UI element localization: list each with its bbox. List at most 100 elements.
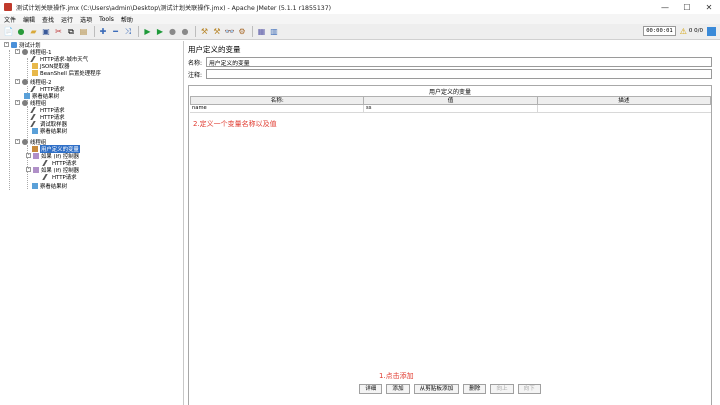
collapse-toggle[interactable]: -: [15, 49, 20, 54]
collapse-toggle[interactable]: -: [15, 79, 20, 84]
window-title: 测试计划关联操作.jmx (C:\Users\admin\Desktop\测试计…: [16, 4, 332, 12]
toolbar-separator: [195, 26, 196, 37]
title-bar: 测试计划关联操作.jmx (C:\Users\admin\Desktop\测试计…: [0, 0, 720, 14]
menu-run[interactable]: 运行: [61, 15, 73, 24]
menu-file[interactable]: 文件: [4, 15, 16, 24]
detail-button[interactable]: 详细: [359, 384, 383, 394]
name-label: 名称:: [188, 59, 203, 67]
toggle-icon[interactable]: ⤨: [123, 26, 134, 37]
move-up-button[interactable]: 向上: [490, 384, 514, 394]
thread-count: 0 0/0: [688, 28, 703, 34]
thread-group-icon: [22, 48, 28, 55]
name-row: 名称:: [188, 57, 712, 67]
variables-table-box: 用户定义的变量 名称: 值 描述 name ss 2.定义一个变量名称以及值 1…: [188, 85, 712, 405]
tree-node-view-results-tree[interactable]: 察看结果树: [32, 182, 67, 190]
start-icon[interactable]: ▶: [142, 26, 153, 37]
collapse-toggle[interactable]: -: [26, 167, 31, 172]
cell-description[interactable]: [538, 105, 711, 112]
tree-node-http-request[interactable]: HTTP请求: [42, 173, 77, 181]
add-from-clipboard-button[interactable]: 从剪贴板添加: [413, 384, 460, 394]
annotation-step-2: 2.定义一个变量名称以及值: [193, 120, 277, 128]
thread-group-icon: [22, 99, 28, 106]
debug-sampler-icon: [30, 120, 40, 127]
http-sampler-icon: [42, 173, 52, 180]
extractor-icon: [32, 62, 38, 69]
menu-search[interactable]: 查找: [42, 15, 54, 24]
log-viewer-icon[interactable]: [707, 26, 716, 36]
thread-group-icon: [22, 138, 28, 145]
copy-icon[interactable]: ⧉: [66, 26, 77, 37]
menu-tools[interactable]: Tools: [99, 16, 114, 23]
warning-icon[interactable]: ⚠: [680, 27, 687, 36]
function-helper-icon[interactable]: ▦: [256, 26, 267, 37]
element-panel: 用户定义的变量 名称: 注释: 用户定义的变量 名称: 值 描述 name ss…: [185, 41, 720, 405]
stop-icon[interactable]: ●: [167, 26, 178, 37]
comment-label: 注释:: [188, 71, 203, 79]
toolbar-separator: [252, 26, 253, 37]
cell-value[interactable]: ss: [364, 105, 538, 112]
postprocessor-icon: [32, 69, 38, 76]
clear-all-icon[interactable]: ⚒: [212, 26, 223, 37]
start-no-pauses-icon[interactable]: ▶: [155, 26, 166, 37]
column-header-value[interactable]: 值: [364, 97, 538, 104]
column-header-name[interactable]: 名称:: [191, 97, 365, 104]
test-plan-tree: - 测试计划 - 线程组-1 HTTP请求-城市天气 JSON提取器 BeanS…: [0, 41, 184, 405]
thread-group-icon: [22, 78, 28, 85]
tree-guide-line: [9, 50, 10, 190]
tree-node-beanshell[interactable]: BeanShell 后置处理程序: [32, 69, 101, 77]
move-down-button[interactable]: 向下: [517, 384, 541, 394]
name-field[interactable]: [206, 57, 712, 67]
maximize-button[interactable]: ☐: [676, 0, 698, 14]
save-icon[interactable]: ▣: [41, 26, 52, 37]
config-element-icon: [32, 145, 38, 152]
table-header: 名称: 值 描述: [190, 96, 711, 105]
page-title: 用户定义的变量: [188, 45, 241, 54]
http-sampler-icon: [30, 113, 40, 120]
tree-guide-line: [27, 106, 28, 140]
templates-icon[interactable]: ●: [16, 26, 27, 37]
collapse-icon[interactable]: ━: [110, 26, 121, 37]
help-icon[interactable]: ▥: [269, 26, 280, 37]
toolbar-separator: [93, 26, 95, 37]
close-button[interactable]: ✕: [698, 0, 720, 14]
minimize-button[interactable]: —: [654, 0, 676, 14]
collapse-toggle[interactable]: -: [26, 153, 31, 158]
collapse-toggle[interactable]: -: [4, 42, 9, 47]
expand-icon[interactable]: ✚: [98, 26, 109, 37]
cut-icon[interactable]: ✂: [53, 26, 64, 37]
menu-edit[interactable]: 编辑: [23, 15, 35, 24]
listener-icon: [32, 182, 38, 189]
collapse-toggle[interactable]: -: [15, 139, 20, 144]
listener-icon: [32, 127, 38, 134]
comment-row: 注释:: [188, 69, 712, 79]
table-row[interactable]: name ss: [190, 105, 711, 113]
table-button-bar: 详细 添加 从剪贴板添加 删除 向上 向下: [188, 382, 712, 396]
menu-bar: 文件 编辑 查找 运行 选项 Tools 帮助: [0, 14, 720, 24]
annotation-step-1: 1.点击添加: [379, 372, 414, 380]
toolbar-separator: [138, 26, 139, 37]
http-sampler-icon: [30, 106, 40, 113]
http-sampler-icon: [30, 55, 40, 62]
jmeter-app-icon: [4, 3, 12, 11]
menu-help[interactable]: 帮助: [121, 15, 133, 24]
elapsed-timer: 00:00:01: [643, 26, 676, 36]
table-caption: 用户定义的变量: [428, 89, 471, 96]
test-plan-icon: [11, 41, 17, 48]
column-header-description[interactable]: 描述: [538, 97, 710, 104]
delete-button[interactable]: 删除: [463, 384, 487, 394]
new-icon[interactable]: 📄: [3, 26, 14, 37]
open-icon[interactable]: ▰: [28, 26, 39, 37]
shutdown-icon[interactable]: ●: [180, 26, 191, 37]
search-icon[interactable]: 👓: [224, 26, 235, 37]
reset-search-icon[interactable]: ⚙: [237, 26, 248, 37]
add-button[interactable]: 添加: [386, 384, 410, 394]
tree-node-view-results-tree[interactable]: 察看结果树: [32, 127, 67, 135]
toolbar: 📄 ● ▰ ▣ ✂ ⧉ ▤ ✚ ━ ⤨ ▶ ▶ ● ● ⚒ ⚒ 👓 ⚙ ▦ ▥ …: [0, 24, 720, 40]
collapse-toggle[interactable]: -: [15, 100, 20, 105]
comment-field[interactable]: [206, 69, 712, 79]
cell-name[interactable]: name: [190, 105, 364, 112]
menu-options[interactable]: 选项: [80, 15, 92, 24]
logic-controller-icon: [33, 166, 39, 173]
clear-icon[interactable]: ⚒: [199, 26, 210, 37]
paste-icon[interactable]: ▤: [78, 26, 89, 37]
